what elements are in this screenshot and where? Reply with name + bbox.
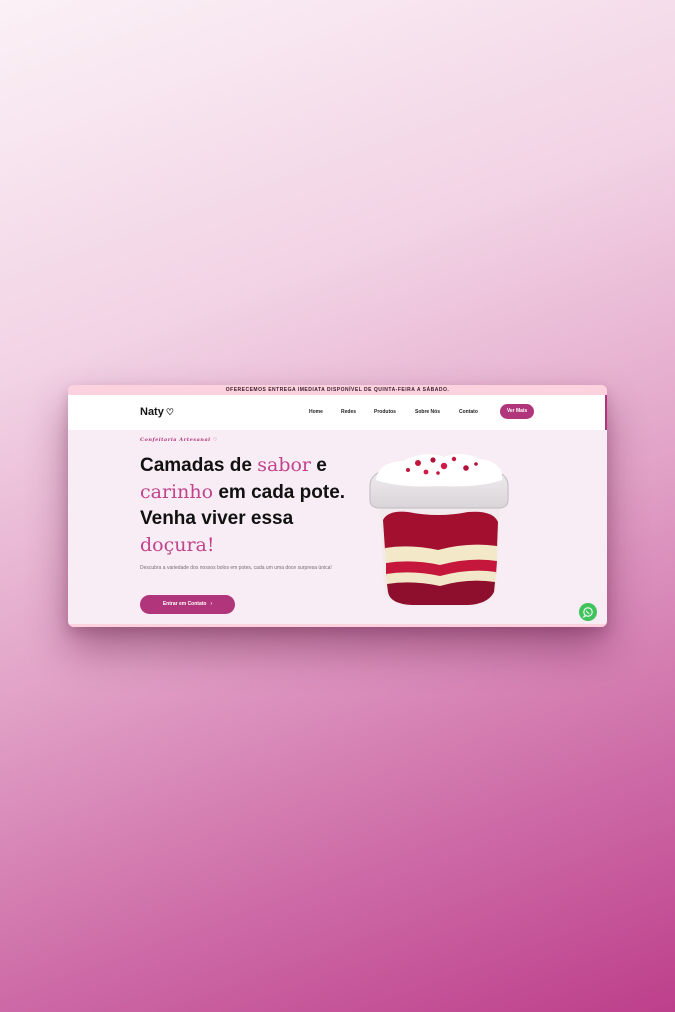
headline-text-1: Camadas de [140, 455, 258, 476]
nav-link-redes[interactable]: Redes [341, 409, 356, 415]
bottom-strip [68, 624, 607, 627]
headline-text-2: e [311, 455, 327, 476]
navbar: Naty ♡ Home Redes Produtos Sobre Nós Cont… [68, 395, 607, 430]
whatsapp-icon [582, 607, 593, 618]
contact-button-label: Entrar em Contato [162, 601, 207, 607]
nav-link-produtos[interactable]: Produtos [374, 409, 396, 415]
announcement-bar: OFERECEMOS ENTREGA IMEDIATA DISPONÍVEL D… [68, 385, 607, 395]
hero-description: Descubra a variedade dos nossos bolos em… [140, 565, 332, 571]
contact-button[interactable]: Entrar em Contato › [140, 595, 235, 614]
chevron-right-icon: › [210, 601, 213, 607]
logo[interactable]: Naty ♡ [140, 406, 174, 418]
nav-link-home[interactable]: Home [309, 409, 323, 415]
heart-outline-icon: ♡ [165, 407, 174, 417]
product-image [369, 453, 509, 606]
headline-accent-docura: doçura! [140, 534, 215, 556]
hero-tagline: Confeitaria Artesanal ♡ [140, 437, 218, 443]
nav-link-contato[interactable]: Contato [459, 409, 478, 415]
hero-section: Confeitaria Artesanal ♡ Camadas de sabor… [68, 430, 607, 627]
headline-accent-sabor: sabor [257, 454, 311, 476]
whatsapp-button[interactable] [579, 603, 597, 621]
website-preview-card: OFERECEMOS ENTREGA IMEDIATA DISPONÍVEL D… [68, 385, 607, 627]
headline-accent-carinho: carinho [140, 481, 214, 503]
logo-text: Naty [140, 406, 164, 418]
hero-headline: Camadas de sabor e carinho em cada pote.… [140, 452, 350, 559]
nav-link-sobre-nos[interactable]: Sobre Nós [415, 409, 440, 415]
ver-mais-button[interactable]: Ver Mais [500, 404, 534, 419]
